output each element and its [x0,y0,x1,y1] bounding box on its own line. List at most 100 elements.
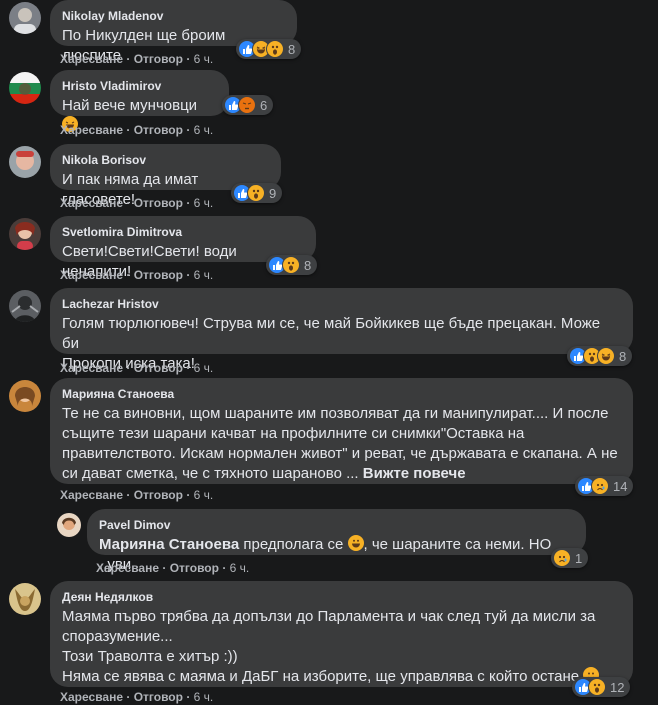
comment-text-line: правителството. Искам нормален живот" и … [62,445,618,462]
separator: · [222,561,227,575]
comment-author[interactable]: Марияна Станоева [62,386,621,402]
reply-link[interactable]: Отговор [170,561,219,575]
timestamp[interactable]: 6 ч. [194,488,214,502]
like-link[interactable]: Харесване [60,196,123,210]
like-link[interactable]: Харесване [96,561,159,575]
comment-actions: Харесване · Отговор · 6 ч. [60,267,213,283]
reaction-count: 1 [575,550,583,566]
reaction-summary[interactable]: 8 [236,39,302,59]
reply-link[interactable]: Отговор [134,52,183,66]
like-link[interactable]: Харесване [60,361,123,375]
separator: · [186,196,191,210]
reaction-count: 12 [610,679,625,695]
reaction-summary[interactable]: 12 [572,677,631,697]
reply-link[interactable]: Отговор [134,196,183,210]
like-link[interactable]: Харесване [60,268,123,282]
avatar-image [9,2,41,34]
like-link[interactable]: Харесване [60,123,123,137]
reaction-summary[interactable]: 8 [567,346,633,366]
comment-author[interactable]: Pavel Dimov [99,517,574,533]
like-link[interactable]: Харесване [60,52,123,66]
comment-text-part: предполага се [243,536,344,553]
comment-actions: Харесване · Отговор · 6 ч. [60,360,213,376]
avatar[interactable] [9,290,41,322]
avatar[interactable] [9,72,41,104]
reply-link[interactable]: Отговор [134,123,183,137]
timestamp[interactable]: 6 ч. [194,268,214,282]
comment-author[interactable]: Деян Недялков [62,589,621,605]
avatar-image [9,72,41,104]
like-link[interactable]: Харесване [60,488,123,502]
reaction-summary[interactable]: 1 [551,548,589,568]
reply-link[interactable]: Отговор [134,268,183,282]
reply-link[interactable]: Отговор [134,690,183,704]
comment-text-line: Няма се явява с маяма и ДаБГ на изборите… [62,668,580,685]
separator: · [126,123,131,137]
comment-author[interactable]: Hristo Vladimirov [62,78,217,94]
avatar[interactable] [9,146,41,178]
separator: · [126,488,131,502]
mention-link[interactable]: Марияна Станоева [99,536,239,553]
avatar-image [9,380,41,412]
sad-icon [591,477,609,495]
separator: · [126,196,131,210]
angry-icon [238,96,256,114]
reaction-count: 8 [288,41,296,57]
timestamp[interactable]: 6 ч. [194,123,214,137]
like-link[interactable]: Харесване [60,690,123,704]
wow-icon [247,184,265,202]
comment-author[interactable]: Nikola Borisov [62,152,269,168]
comment-actions: Харесване · Отговор · 6 ч. [60,122,213,138]
timestamp[interactable]: 6 ч. [194,361,214,375]
reaction-count: 6 [260,97,268,113]
comment-text-line: си дават сметка, че с тяхното шараново .… [62,465,359,482]
reply-bubble: Pavel Dimov Марияна Станоева предполага … [87,509,586,573]
comment-author[interactable]: Nikolay Mladenov [62,8,285,24]
reaction-count: 14 [613,478,628,494]
comment-text: Те не са виновни, щом шараните им позвол… [62,404,621,484]
avatar[interactable] [9,2,41,34]
comment-actions: Харесване · Отговор · 6 ч. [60,195,213,211]
wow-icon [266,40,284,58]
separator: · [126,268,131,282]
haha-icon [597,347,615,365]
separator: · [126,690,131,704]
separator: · [186,123,191,137]
timestamp[interactable]: 6 ч. [230,561,250,575]
wow-icon [282,256,300,274]
avatar[interactable] [9,583,41,615]
see-more-link[interactable]: Вижте повече [363,465,466,482]
comment-actions: Харесване · Отговор · 6 ч. [60,51,213,67]
grinning-emoji [347,535,364,551]
comment-author[interactable]: Svetlomira Dimitrova [62,224,304,240]
reaction-summary[interactable]: 9 [231,183,283,203]
comment-text-line: Този Траволта е хитър :)) [62,648,238,665]
comment-text-line: Те не са виновни, щом шараните им позвол… [62,405,609,422]
avatar-image [9,290,41,322]
reaction-count: 8 [619,348,627,364]
separator: · [186,488,191,502]
comment-actions: Харесване · Отговор · 6 ч. [60,689,213,705]
avatar[interactable] [9,380,41,412]
comment-text-line: споразумение... [62,628,173,645]
timestamp[interactable]: 6 ч. [194,690,214,704]
separator: · [186,361,191,375]
avatar-image [9,218,41,250]
comment-actions: Харесване · Отговор · 6 ч. [96,560,249,576]
avatar-image [57,513,81,537]
reaction-summary[interactable]: 6 [222,95,274,115]
comment-bubble: Lachezar Hristov Голям тюрлюгювеч! Струв… [50,288,633,372]
comment-author[interactable]: Lachezar Hristov [62,296,621,312]
reply-link[interactable]: Отговор [134,488,183,502]
separator: · [126,52,131,66]
comment-text: Маяма първо трябва да допълзи до Парламе… [62,607,621,687]
timestamp[interactable]: 6 ч. [194,52,214,66]
avatar[interactable] [9,218,41,250]
reaction-summary[interactable]: 8 [266,255,318,275]
timestamp[interactable]: 6 ч. [194,196,214,210]
reaction-summary[interactable]: 14 [575,476,634,496]
comment-bubble: Марияна Станоева Те не са виновни, щом ш… [50,378,633,484]
avatar[interactable] [57,513,81,537]
comment-bubble: Деян Недялков Маяма първо трябва да допъ… [50,581,633,687]
reply-link[interactable]: Отговор [134,361,183,375]
